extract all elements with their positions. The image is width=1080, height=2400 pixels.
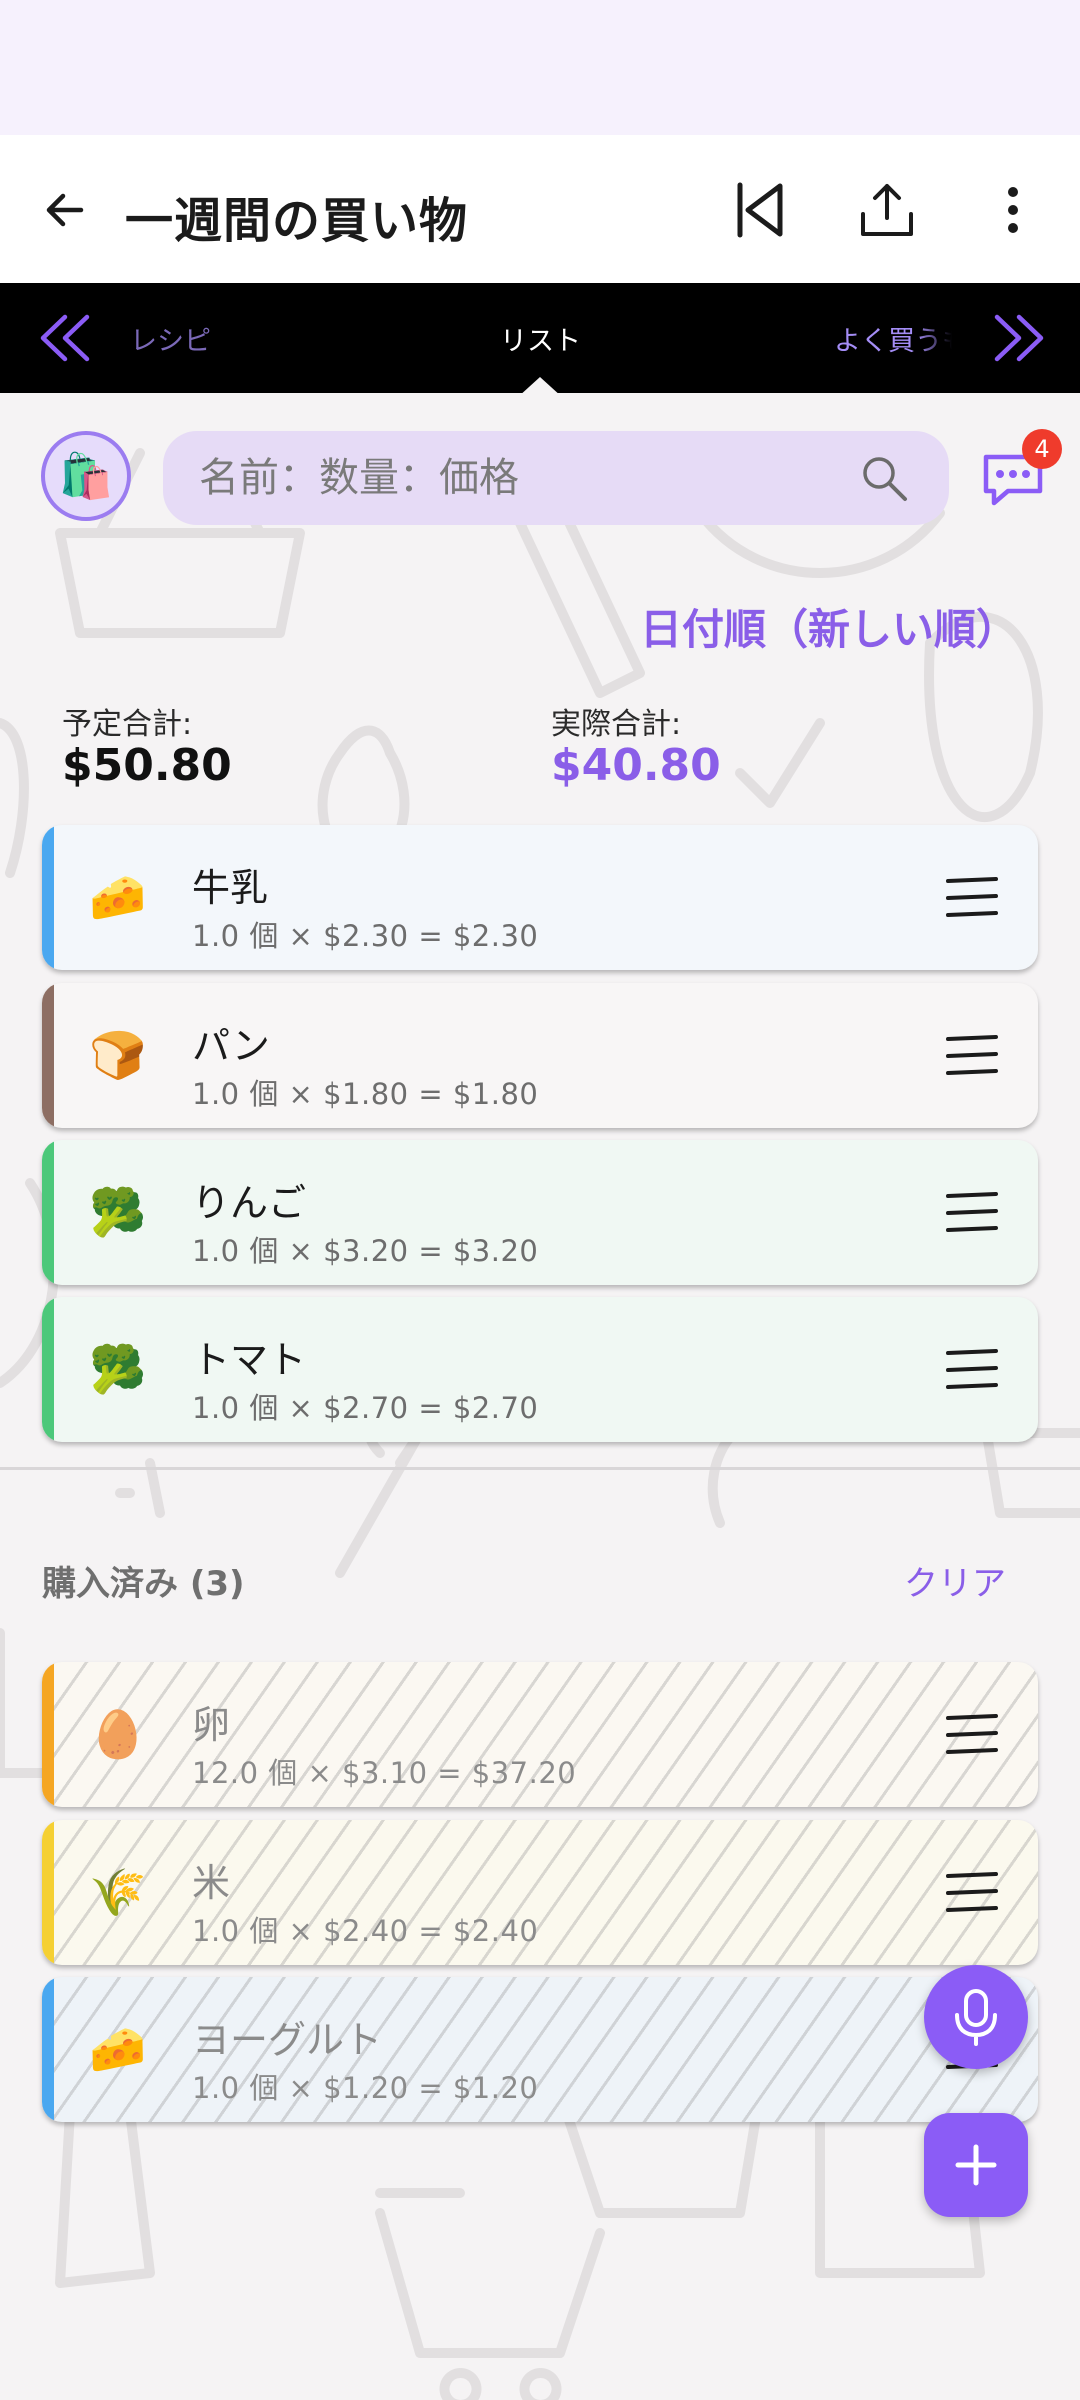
category-stripe — [42, 983, 54, 1128]
egg-icon: 🥚 — [89, 1707, 147, 1761]
list-avatar[interactable]: 🛍️ — [41, 431, 131, 521]
item-detail: 12.0 個 × $3.10 = $37.20 — [192, 1756, 577, 1790]
category-stripe — [42, 1297, 54, 1442]
purchased-item[interactable]: 🌾 米 1.0 個 × $2.40 = $2.40 — [42, 1820, 1038, 1965]
bread-icon: 🍞 — [89, 1028, 147, 1082]
drag-handle-icon[interactable] — [944, 875, 1000, 921]
back-button[interactable] — [34, 179, 96, 241]
status-bar — [0, 0, 1080, 135]
item-detail: 1.0 個 × $1.80 = $1.80 — [192, 1077, 539, 1111]
search-icon[interactable] — [857, 451, 911, 505]
cheese-icon: 🧀 — [89, 2022, 147, 2076]
category-stripe — [42, 1662, 54, 1807]
purchased-item[interactable]: 🧀 ヨーグルト 1.0 個 × $1.20 = $1.20 — [42, 1977, 1038, 2122]
item-name: パン — [192, 1024, 270, 1068]
tab-frequent[interactable]: よく買うもの — [834, 319, 952, 358]
skip-previous-icon — [737, 182, 783, 238]
search-box — [163, 431, 949, 525]
more-vert-icon — [1008, 187, 1018, 233]
list-item[interactable]: 🍞 パン 1.0 個 × $1.80 = $1.80 — [42, 983, 1038, 1128]
search-row: 🛍️ 4 — [0, 425, 1080, 529]
add-item-button[interactable] — [924, 2113, 1028, 2217]
tab-recipes[interactable]: レシピ — [130, 319, 211, 358]
category-stripe — [42, 1820, 54, 1965]
item-detail: 1.0 個 × $2.30 = $2.30 — [192, 919, 539, 953]
item-name: ヨーグルト — [192, 2018, 383, 2062]
item-name: 米 — [192, 1861, 231, 1905]
item-name: 牛乳 — [192, 866, 269, 910]
page-title: 一週間の買い物 — [125, 193, 469, 249]
drag-handle-icon[interactable] — [944, 1712, 1000, 1758]
purchased-header: 購入済み (3) — [42, 1564, 245, 1604]
drag-handle-icon[interactable] — [944, 1190, 1000, 1236]
arrow-left-icon — [46, 193, 84, 227]
sort-order-label[interactable]: 日付順（新しい順） — [640, 596, 1018, 657]
category-stripe — [42, 1140, 54, 1285]
planned-total-label: 予定合計: — [62, 707, 193, 742]
share-button[interactable] — [852, 175, 922, 245]
list-item[interactable]: 🧀 牛乳 1.0 個 × $2.30 = $2.30 — [42, 825, 1038, 970]
item-detail: 1.0 個 × $3.20 = $3.20 — [192, 1234, 539, 1268]
item-detail: 1.0 個 × $2.70 = $2.70 — [192, 1391, 539, 1425]
skip-to-start-button[interactable] — [725, 175, 795, 245]
item-name: りんご — [192, 1181, 307, 1225]
section-divider — [0, 1467, 1080, 1470]
app-bar: 一週間の買い物 — [0, 135, 1080, 283]
broccoli-icon: 🥦 — [89, 1342, 147, 1396]
double-chevron-right-icon — [994, 314, 1044, 362]
item-detail: 1.0 個 × $2.40 = $2.40 — [192, 1914, 539, 1948]
drag-handle-icon[interactable] — [944, 1870, 1000, 1916]
planned-total-value: $50.80 — [62, 740, 232, 791]
broccoli-icon: 🥦 — [89, 1185, 147, 1239]
actual-total-value: $40.80 — [551, 740, 721, 791]
chat-badge: 4 — [1022, 429, 1062, 469]
drag-handle-icon[interactable] — [944, 1347, 1000, 1393]
tab-list[interactable]: リスト — [500, 319, 581, 358]
voice-input-button[interactable] — [924, 1965, 1028, 2069]
share-upload-icon — [861, 184, 913, 236]
category-stripe — [42, 1977, 54, 2122]
item-name: トマト — [192, 1338, 307, 1382]
cheese-icon: 🧀 — [89, 870, 147, 924]
drag-handle-icon[interactable] — [944, 1033, 1000, 1079]
tab-strip: レシピ リスト よく買うもの — [0, 283, 1080, 397]
microphone-icon — [955, 1989, 997, 2046]
actual-total-label: 実際合計: — [551, 707, 682, 742]
clear-purchased-button[interactable]: クリア — [904, 1556, 1006, 1605]
double-chevron-left-icon — [40, 314, 90, 362]
item-name: 卵 — [192, 1703, 231, 1747]
rice-icon: 🌾 — [89, 1865, 147, 1919]
more-options-button[interactable] — [978, 175, 1048, 245]
list-item[interactable]: 🥦 りんご 1.0 個 × $3.20 = $3.20 — [42, 1140, 1038, 1285]
prev-tab-button[interactable] — [34, 307, 96, 369]
list-item[interactable]: 🥦 トマト 1.0 個 × $2.70 = $2.70 — [42, 1297, 1038, 1442]
purchased-item[interactable]: 🥚 卵 12.0 個 × $3.10 = $37.20 — [42, 1662, 1038, 1807]
plus-icon — [955, 2144, 997, 2186]
search-input[interactable] — [199, 431, 859, 525]
item-detail: 1.0 個 × $1.20 = $1.20 — [192, 2071, 539, 2105]
shopping-bags-icon: 🛍️ — [58, 451, 114, 502]
category-stripe — [42, 825, 54, 970]
next-tab-button[interactable] — [988, 307, 1050, 369]
